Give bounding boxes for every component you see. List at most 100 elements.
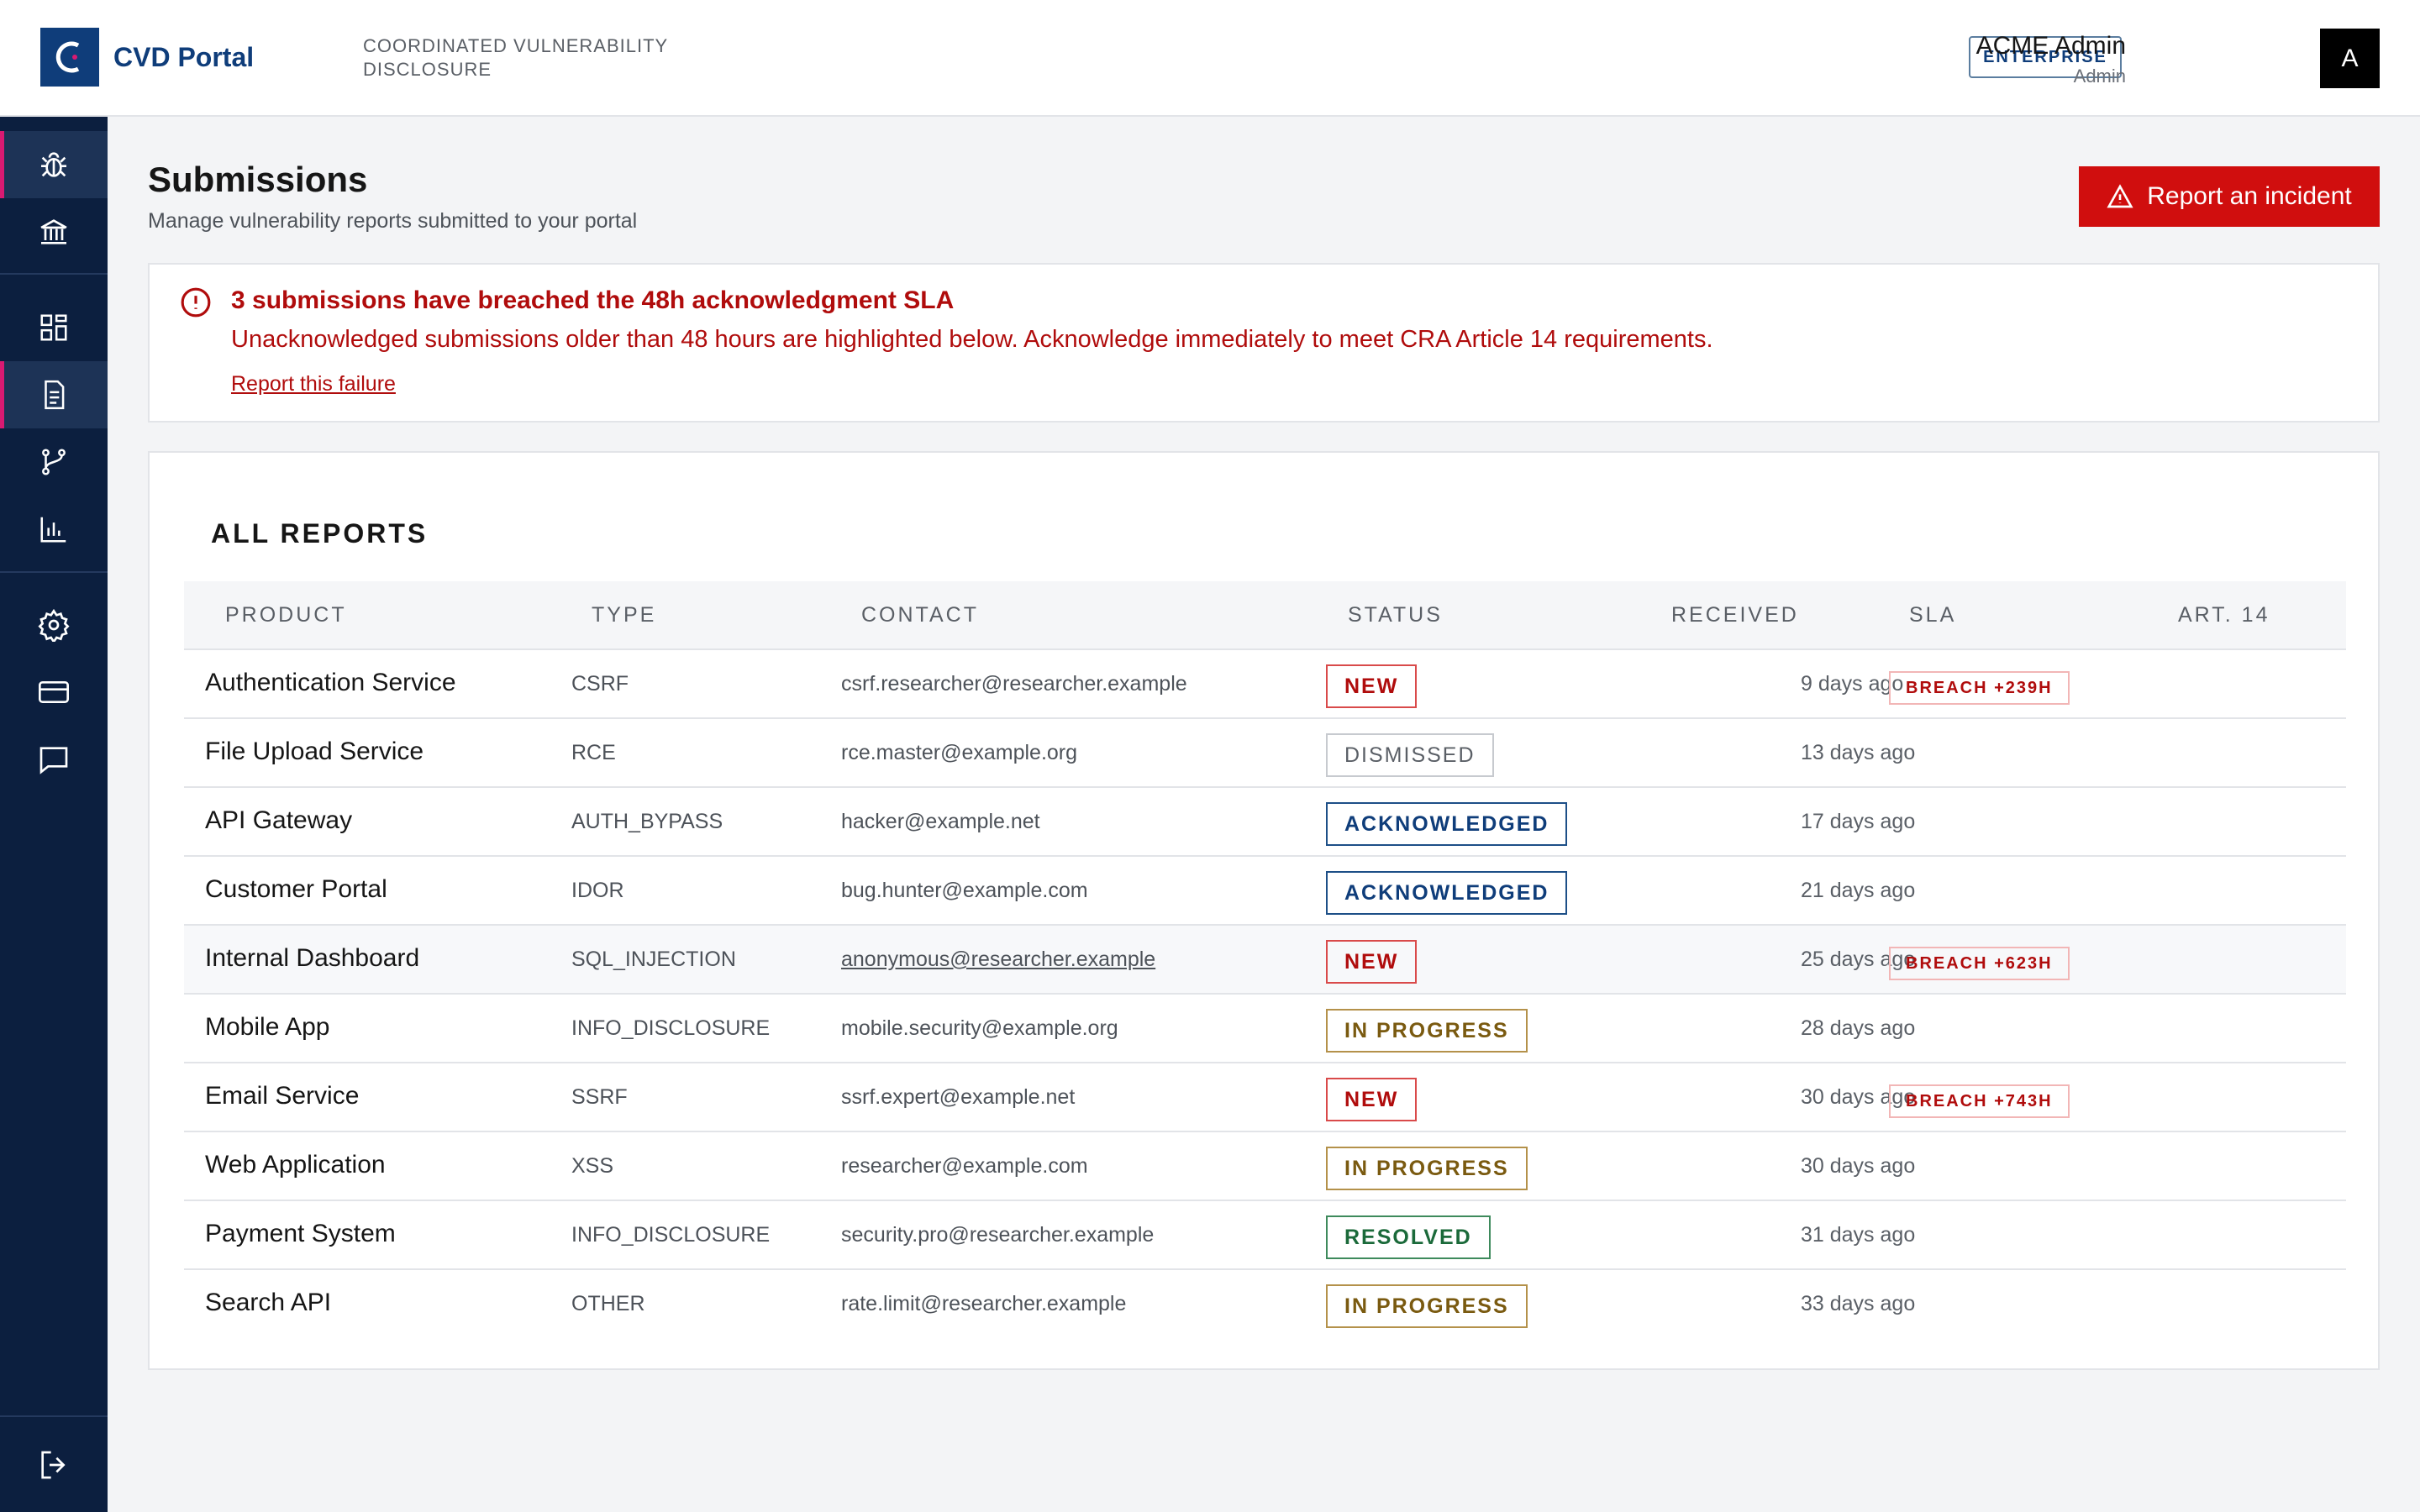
- table-row[interactable]: API Gateway AUTH_BYPASS hacker@example.n…: [184, 788, 2346, 857]
- report-incident-button[interactable]: Report an incident: [2079, 166, 2380, 227]
- report-incident-label: Report an incident: [2147, 182, 2352, 210]
- status-badge: RESOLVED: [1326, 1215, 1491, 1259]
- sidebar-item-submissions-bug[interactable]: [0, 131, 108, 198]
- type-cell: INFO_DISCLOSURE: [571, 1016, 771, 1040]
- type-cell: INFO_DISCLOSURE: [571, 1223, 771, 1247]
- table-row[interactable]: Email Service SSRF ssrf.expert@example.n…: [184, 1063, 2346, 1132]
- contact-link[interactable]: anonymous@researcher.example: [841, 948, 1155, 972]
- sidebar-item-settings[interactable]: [0, 591, 108, 659]
- table-header: PRODUCT TYPE CONTACT STATUS RECEIVED SLA…: [184, 581, 2346, 650]
- table-row[interactable]: Search API OTHER rate.limit@researcher.e…: [184, 1270, 2346, 1339]
- contact-cell: mobile.security@example.org: [841, 1016, 1118, 1040]
- type-cell: SQL_INJECTION: [571, 948, 736, 971]
- product-cell: Internal Dashboard: [205, 944, 420, 972]
- column-header-status[interactable]: STATUS: [1348, 603, 1443, 627]
- credit-card-icon: [39, 681, 69, 703]
- received-cell: 28 days ago: [1801, 1016, 1916, 1040]
- bar-chart-icon: [40, 517, 66, 543]
- reports-title: ALL REPORTS: [211, 518, 429, 549]
- sidebar-item-analytics[interactable]: [0, 496, 108, 563]
- type-cell: CSRF: [571, 672, 629, 696]
- chat-icon: [39, 747, 68, 774]
- status-badge: ACKNOWLEDGED: [1326, 871, 1568, 915]
- type-cell: IDOR: [571, 879, 624, 902]
- sidebar-item-billing[interactable]: [0, 659, 108, 726]
- column-header-product[interactable]: PRODUCT: [225, 603, 347, 627]
- received-cell: 33 days ago: [1801, 1292, 1916, 1315]
- product-cell: File Upload Service: [205, 738, 424, 765]
- column-header-sla[interactable]: SLA: [1909, 603, 1956, 627]
- product-cell: Customer Portal: [205, 875, 387, 903]
- column-header-type[interactable]: TYPE: [592, 603, 656, 627]
- sidebar-item-logout[interactable]: [0, 1431, 108, 1499]
- sidebar-divider: [0, 1415, 108, 1417]
- type-cell: OTHER: [571, 1292, 645, 1315]
- contact-cell: researcher@example.com: [841, 1154, 1088, 1178]
- sidebar-item-dashboard[interactable]: [0, 294, 108, 361]
- received-cell: 17 days ago: [1801, 810, 1916, 833]
- logout-icon: [41, 1451, 66, 1479]
- contact-cell: security.pro@researcher.example: [841, 1223, 1155, 1247]
- table-row[interactable]: Payment System INFO_DISCLOSURE security.…: [184, 1201, 2346, 1270]
- table-row[interactable]: Customer Portal IDOR bug.hunter@example.…: [184, 857, 2346, 926]
- table-row[interactable]: Authentication Service CSRF csrf.researc…: [184, 650, 2346, 719]
- received-cell: 30 days ago: [1801, 1154, 1916, 1178]
- sidebar-nav: [0, 117, 108, 1512]
- column-header-received[interactable]: RECEIVED: [1671, 603, 1799, 627]
- table-row[interactable]: File Upload Service RCE rce.master@examp…: [184, 719, 2346, 788]
- alert-circle-icon: [181, 287, 211, 318]
- type-cell: AUTH_BYPASS: [571, 810, 723, 833]
- user-role: Admin: [2073, 66, 2126, 87]
- status-badge: IN PROGRESS: [1326, 1284, 1528, 1328]
- product-cell: Search API: [205, 1289, 332, 1316]
- avatar[interactable]: A: [2320, 29, 2380, 88]
- logo-icon[interactable]: [40, 28, 99, 87]
- received-cell: 9 days ago: [1801, 672, 1904, 696]
- status-badge: NEW: [1326, 940, 1418, 984]
- warning-icon: [2107, 184, 2133, 208]
- contact-cell: rce.master@example.org: [841, 741, 1078, 764]
- gear-icon: [38, 608, 70, 642]
- table-row[interactable]: Web Application XSS researcher@example.c…: [184, 1132, 2346, 1201]
- column-header-contact[interactable]: CONTACT: [861, 603, 979, 627]
- user-name[interactable]: ACME Admin: [1976, 32, 2126, 60]
- column-header-art14[interactable]: ART. 14: [2178, 603, 2270, 627]
- page-title: Submissions: [148, 160, 368, 199]
- contact-cell: bug.hunter@example.com: [841, 879, 1088, 902]
- sla-breach-badge: BREACH +623H: [1889, 947, 2070, 980]
- status-badge: ACKNOWLEDGED: [1326, 802, 1568, 846]
- received-cell: 21 days ago: [1801, 879, 1916, 902]
- table-row[interactable]: Internal Dashboard SQL_INJECTION anonymo…: [184, 926, 2346, 995]
- page-subtitle: Manage vulnerability reports submitted t…: [148, 209, 638, 233]
- status-badge: NEW: [1326, 664, 1418, 708]
- sla-breach-badge: BREACH +239H: [1889, 671, 2070, 705]
- sidebar-item-messages[interactable]: [0, 726, 108, 793]
- type-cell: RCE: [571, 741, 616, 764]
- header-subtitle: COORDINATED VULNERABILITY DISCLOSURE: [363, 35, 668, 80]
- status-badge: DISMISSED: [1326, 733, 1494, 777]
- product-cell: Email Service: [205, 1082, 360, 1110]
- sidebar-divider: [0, 571, 108, 573]
- alert-body: Unacknowledged submissions older than 48…: [231, 326, 1713, 353]
- branch-icon: [42, 449, 66, 475]
- sidebar-item-documents[interactable]: [0, 361, 108, 428]
- product-cell: Payment System: [205, 1220, 396, 1247]
- sidebar-item-institution[interactable]: [0, 198, 108, 265]
- product-cell: API Gateway: [205, 806, 353, 834]
- report-failure-link[interactable]: Report this failure: [231, 372, 396, 396]
- logo-text[interactable]: CVD Portal: [113, 42, 254, 73]
- type-cell: SSRF: [571, 1085, 628, 1109]
- type-cell: XSS: [571, 1154, 614, 1178]
- sla-alert: 3 submissions have breached the 48h ackn…: [148, 263, 2380, 423]
- bug-icon: [41, 152, 66, 177]
- contact-cell: rate.limit@researcher.example: [841, 1292, 1127, 1315]
- contact-cell: hacker@example.net: [841, 810, 1040, 833]
- status-badge: IN PROGRESS: [1326, 1009, 1528, 1053]
- sidebar-item-workflow[interactable]: [0, 428, 108, 496]
- product-cell: Mobile App: [205, 1013, 330, 1041]
- status-badge: NEW: [1326, 1078, 1418, 1121]
- table-row[interactable]: Mobile App INFO_DISCLOSURE mobile.securi…: [184, 995, 2346, 1063]
- product-cell: Authentication Service: [205, 669, 456, 696]
- reports-card: ALL REPORTS PRODUCT TYPE CONTACT STATUS …: [148, 451, 2380, 1370]
- sidebar-divider: [0, 273, 108, 275]
